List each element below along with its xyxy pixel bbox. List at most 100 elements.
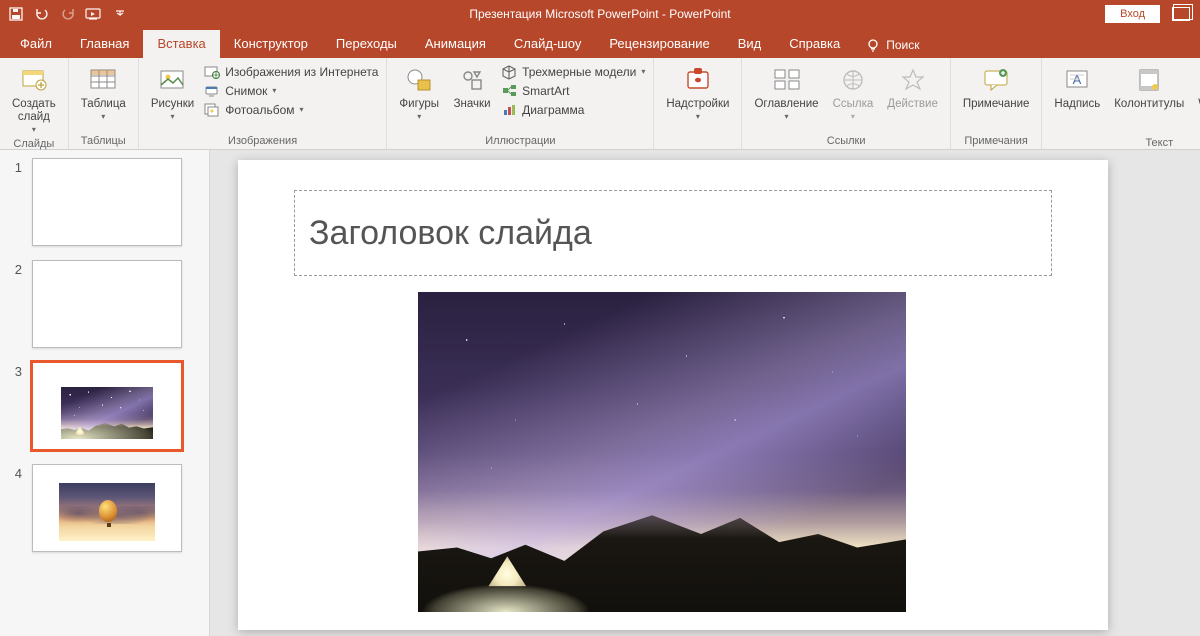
- comment-button[interactable]: Примечание: [959, 62, 1034, 113]
- chevron-down-icon: ▾: [641, 68, 645, 76]
- sign-in-button[interactable]: Вход: [1105, 5, 1160, 23]
- group-label: Текст: [1145, 135, 1173, 149]
- addins-icon: [682, 64, 714, 96]
- smartart-icon: [501, 83, 517, 99]
- group-tables: Таблица ▾ Таблицы: [69, 58, 139, 149]
- tab-design[interactable]: Конструктор: [220, 30, 322, 58]
- table-button[interactable]: Таблица ▾: [77, 62, 130, 123]
- thumb-row[interactable]: 4: [12, 464, 197, 552]
- new-slide-button[interactable]: Создать слайд ▾: [8, 62, 60, 136]
- workspace: 1 2 3 4 Заголовок сл: [0, 150, 1200, 636]
- title-placeholder-text: Заголовок слайда: [309, 214, 592, 253]
- toc-button[interactable]: Оглавление ▾: [750, 62, 822, 123]
- tab-view[interactable]: Вид: [724, 30, 776, 58]
- tab-insert[interactable]: Вставка: [143, 30, 219, 58]
- online-pictures-button[interactable]: Изображения из Интернета: [204, 64, 378, 80]
- group-label: Слайды: [13, 136, 54, 150]
- title-placeholder[interactable]: Заголовок слайда: [294, 190, 1052, 276]
- screenshot-icon: [204, 83, 220, 99]
- slide-canvas[interactable]: Заголовок слайда: [238, 160, 1108, 630]
- shapes-icon: [403, 64, 435, 96]
- group-illustrations: Фигуры ▾ Значки Трехмерные модели ▾ Smar…: [387, 58, 654, 149]
- group-label: Примечания: [964, 133, 1028, 147]
- group-addins: Надстройки ▾: [654, 58, 742, 149]
- chevron-down-icon: ▾: [32, 126, 36, 134]
- group-comments: Примечание Примечания: [951, 58, 1043, 149]
- save-icon[interactable]: [8, 6, 24, 22]
- redo-icon[interactable]: [60, 6, 76, 22]
- group-label: Изображения: [228, 133, 297, 147]
- thumb-row[interactable]: 2: [12, 260, 197, 348]
- slide-thumbnails-panel: 1 2 3 4: [0, 150, 210, 636]
- cube-icon: [501, 64, 517, 80]
- chart-button[interactable]: Диаграмма: [501, 102, 645, 118]
- photo-album-button[interactable]: Фотоальбом ▾: [204, 102, 378, 118]
- thumb-number: 2: [12, 260, 22, 348]
- tab-file[interactable]: Файл: [6, 30, 66, 58]
- tab-review[interactable]: Рецензирование: [595, 30, 723, 58]
- chevron-down-icon: ▾: [696, 113, 700, 121]
- chart-icon: [501, 102, 517, 118]
- tab-slideshow[interactable]: Слайд-шоу: [500, 30, 595, 58]
- tab-animations[interactable]: Анимация: [411, 30, 500, 58]
- pictures-button[interactable]: Рисунки ▾: [147, 62, 198, 123]
- chevron-down-icon: ▾: [171, 113, 175, 121]
- start-from-beginning-icon[interactable]: [86, 6, 102, 22]
- header-footer-button[interactable]: Колонтитулы: [1110, 62, 1188, 113]
- new-slide-icon: [18, 64, 50, 96]
- slide-thumbnail-1[interactable]: [32, 158, 182, 246]
- chevron-down-icon: ▾: [417, 113, 421, 121]
- tab-home[interactable]: Главная: [66, 30, 143, 58]
- thumb-row[interactable]: 3: [12, 362, 197, 450]
- icons-button[interactable]: Значки: [449, 62, 495, 113]
- thumb-number: 1: [12, 158, 22, 246]
- chevron-down-icon: ▾: [784, 113, 788, 121]
- group-images: Рисунки ▾ Изображения из Интернета Снимо…: [139, 58, 388, 149]
- wordart-button[interactable]: A WordArt ▾: [1194, 62, 1200, 123]
- window-restore-icon[interactable]: [1172, 7, 1190, 21]
- chevron-down-icon: ▾: [851, 113, 855, 121]
- link-button[interactable]: Ссылка ▾: [829, 62, 878, 123]
- group-label: Ссылки: [827, 133, 866, 147]
- group-links: Оглавление ▾ Ссылка ▾ Действие Ссылки: [742, 58, 950, 149]
- undo-icon[interactable]: [34, 6, 50, 22]
- qat-customize-icon[interactable]: [112, 6, 128, 22]
- slide-thumbnail-4[interactable]: [32, 464, 182, 552]
- tab-transitions[interactable]: Переходы: [322, 30, 411, 58]
- action-icon: [897, 64, 929, 96]
- smartart-button[interactable]: SmartArt: [501, 83, 645, 99]
- group-text: A Надпись Колонтитулы A WordArt ▾ # Текс…: [1042, 58, 1200, 149]
- icons-icon: [456, 64, 488, 96]
- chevron-down-icon: ▾: [300, 106, 304, 114]
- slide-thumbnail-2[interactable]: [32, 260, 182, 348]
- comment-icon: [980, 64, 1012, 96]
- toc-icon: [771, 64, 803, 96]
- group-slides: Создать слайд ▾ Слайды: [0, 58, 69, 149]
- textbox-button[interactable]: A Надпись: [1050, 62, 1104, 113]
- 3d-models-button[interactable]: Трехмерные модели ▾: [501, 64, 645, 80]
- lightbulb-icon: [866, 38, 880, 52]
- tab-help[interactable]: Справка: [775, 30, 854, 58]
- screenshot-button[interactable]: Снимок ▾: [204, 83, 378, 99]
- group-label: Иллюстрации: [485, 133, 555, 147]
- document-title: Презентация Microsoft PowerPoint - Power…: [0, 7, 1200, 21]
- link-icon: [837, 64, 869, 96]
- ribbon-tabs: Файл Главная Вставка Конструктор Переход…: [0, 28, 1200, 58]
- thumb-row[interactable]: 1: [12, 158, 197, 246]
- header-footer-icon: [1133, 64, 1165, 96]
- shapes-button[interactable]: Фигуры ▾: [395, 62, 443, 123]
- tell-me-search[interactable]: Поиск: [854, 32, 931, 58]
- tell-me-label: Поиск: [886, 38, 919, 52]
- title-bar: Презентация Microsoft PowerPoint - Power…: [0, 0, 1200, 28]
- textbox-icon: A: [1061, 64, 1093, 96]
- addins-button[interactable]: Надстройки ▾: [662, 62, 733, 123]
- inserted-picture[interactable]: [418, 292, 906, 612]
- online-pictures-icon: [204, 64, 220, 80]
- chevron-down-icon: ▾: [101, 113, 105, 121]
- slide-editor-area[interactable]: Заголовок слайда: [210, 150, 1200, 636]
- photo-album-icon: [204, 102, 220, 118]
- group-label: Таблицы: [81, 133, 126, 147]
- chevron-down-icon: ▾: [272, 87, 276, 95]
- slide-thumbnail-3[interactable]: [32, 362, 182, 450]
- action-button[interactable]: Действие: [883, 62, 942, 113]
